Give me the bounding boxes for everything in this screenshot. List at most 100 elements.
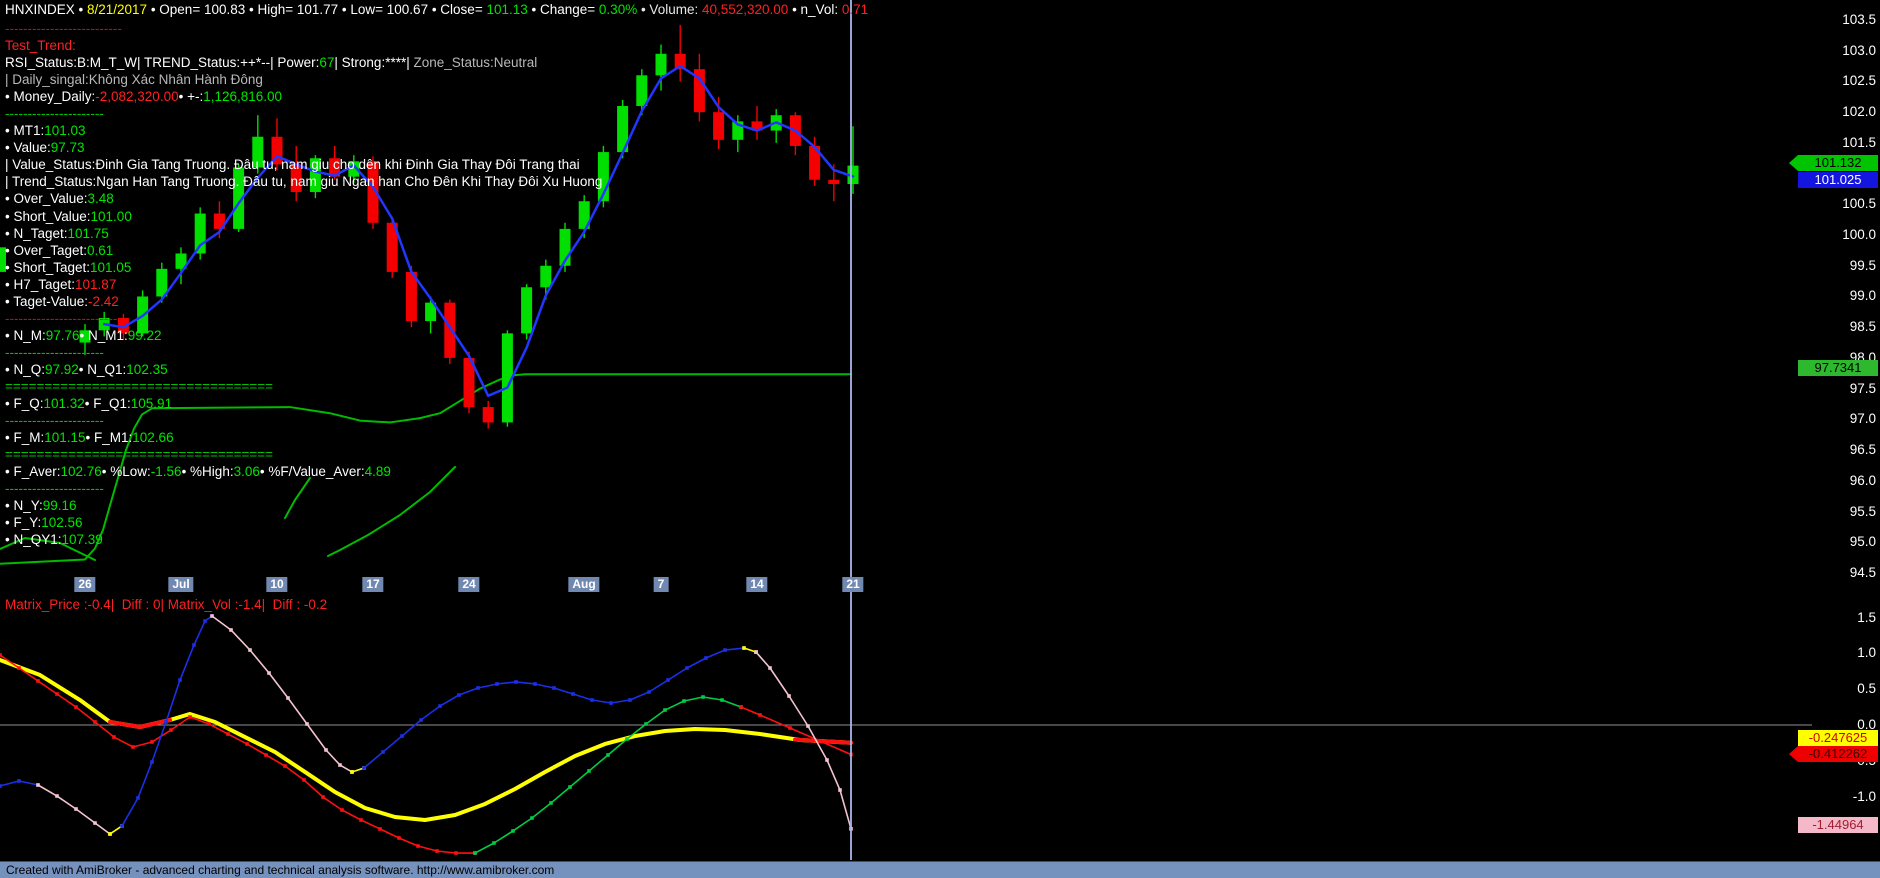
indicator-tick: 1.0 xyxy=(1806,645,1876,660)
price-tick: 102.0 xyxy=(1806,104,1876,119)
info-line: • N_M:97.76• N_M1:99.22 xyxy=(5,327,602,344)
info-segment: • Short_Taget: xyxy=(5,260,90,275)
info-line: -------------------------- xyxy=(5,20,602,37)
info-segment: | Value_Status:Đinh Gia Tang Truong. Đâu… xyxy=(5,157,580,172)
indicator-tick: 0.5 xyxy=(1806,681,1876,696)
info-segment: • F_M1: xyxy=(86,430,133,445)
indicator-text-block: -------------------------- Test_Trend: RSI… xyxy=(5,20,602,548)
info-segment: 105.91 xyxy=(131,396,172,411)
matrix-indicator-label: Matrix_Price :-0.4| Diff : 0| Matrix_Vol… xyxy=(5,597,327,612)
info-segment: • F_Aver: xyxy=(5,464,61,479)
date-label: 7 xyxy=(654,577,669,592)
price-tick: 102.5 xyxy=(1806,73,1876,88)
info-segment: 107.39 xyxy=(62,532,103,547)
info-segment: 97.76 xyxy=(46,328,80,343)
info-line: ---------------------- xyxy=(5,480,602,497)
info-segment: ---------------------- xyxy=(5,413,104,428)
info-line: • Short_Value:101.00 xyxy=(5,208,602,225)
header-segment: 8/21/2017 xyxy=(87,2,147,17)
price-tick: 103.0 xyxy=(1806,43,1876,58)
info-line: • Value:97.73 xyxy=(5,139,602,156)
price-tick: 99.0 xyxy=(1806,288,1876,303)
info-line: • F_Q:101.32• F_Q1:105.91 xyxy=(5,395,602,412)
price-tick: 96.5 xyxy=(1806,442,1876,457)
info-line: -------------------------- xyxy=(5,310,602,327)
info-segment: RSI_Status:B:M_T_W| TREND_Status:++*--| … xyxy=(5,55,319,70)
status-bar: Created with AmiBroker - advanced charti… xyxy=(0,861,1880,878)
info-segment: 101.32 xyxy=(43,396,84,411)
info-segment: • +-: xyxy=(179,89,204,104)
axis-value-chip: -0.247625 xyxy=(1798,730,1878,746)
date-label: 14 xyxy=(746,577,767,592)
header-segment: HNXINDEX xyxy=(5,2,75,17)
date-label: 26 xyxy=(74,577,95,592)
info-segment: 3.48 xyxy=(88,191,114,206)
header-segment: • n_Vol: xyxy=(788,2,842,17)
chip-arrow-icon xyxy=(1789,746,1798,762)
info-line: ---------------------- xyxy=(5,412,602,429)
info-line: • Short_Taget:101.05 xyxy=(5,259,602,276)
info-segment: • N_Taget: xyxy=(5,226,68,241)
info-line: RSI_Status:B:M_T_W| TREND_Status:++*--| … xyxy=(5,54,602,71)
info-segment: Test_Trend: xyxy=(5,38,76,53)
info-segment: ---------------------- xyxy=(5,106,104,121)
price-tick: 95.0 xyxy=(1806,534,1876,549)
info-line: • N_Taget:101.75 xyxy=(5,225,602,242)
price-tick: 97.0 xyxy=(1806,411,1876,426)
date-label: 10 xyxy=(266,577,287,592)
info-line: • Over_Taget:0.61 xyxy=(5,242,602,259)
info-line: Test_Trend: xyxy=(5,37,602,54)
info-segment: 97.73 xyxy=(51,140,85,155)
info-segment: 3.06 xyxy=(234,464,260,479)
date-label: Aug xyxy=(568,577,599,592)
info-segment: 99.16 xyxy=(43,498,77,513)
info-line: • Money_Daily:-2,082,320.00• +-:1,126,81… xyxy=(5,88,602,105)
info-segment: ---------------------- xyxy=(5,481,104,496)
price-tick: 97.5 xyxy=(1806,381,1876,396)
info-segment: 102.35 xyxy=(126,362,167,377)
price-tick: 101.5 xyxy=(1806,135,1876,150)
price-tick: 98.5 xyxy=(1806,319,1876,334)
info-segment: 101.75 xyxy=(68,226,109,241)
indicator-tick: -1.0 xyxy=(1806,789,1876,804)
credit-text: Created with AmiBroker - advanced charti… xyxy=(6,863,554,877)
info-segment: • Money_Daily: xyxy=(5,89,95,104)
info-line: • N_QY1:107.39 xyxy=(5,531,602,548)
info-line: • Taget-Value:-2.42 xyxy=(5,293,602,310)
info-line: ================================== xyxy=(5,446,602,463)
amibroker-window: HNXINDEX • 8/21/2017 • Open= 100.83 • Hi… xyxy=(0,0,1880,878)
header-segment: 0.71 xyxy=(842,2,868,17)
info-segment: • Short_Value: xyxy=(5,209,91,224)
axis-value-chip: -1.44964 xyxy=(1798,817,1878,833)
quote-header: HNXINDEX • 8/21/2017 • Open= 100.83 • Hi… xyxy=(5,2,868,17)
info-segment: | Strong:**** xyxy=(334,55,406,70)
info-segment: • Value: xyxy=(5,140,51,155)
info-line: | Daily_singal:Không Xác Nhân Hành Đông xyxy=(5,71,602,88)
header-segment: • Open= 100.83 • High= 101.77 • Low= 100… xyxy=(147,2,486,17)
info-segment: 1,126,816.00 xyxy=(203,89,282,104)
info-line: • F_Y:102.56 xyxy=(5,514,602,531)
info-segment: | Trend_Status:Ngan Han Tang Truong. Đâu… xyxy=(5,174,602,189)
info-line: | Trend_Status:Ngan Han Tang Truong. Đâu… xyxy=(5,173,602,190)
info-segment: Zone_Status:Neutral xyxy=(413,55,537,70)
info-segment: • Over_Taget: xyxy=(5,243,87,258)
info-segment: • F_Q1: xyxy=(85,396,131,411)
info-line: ---------------------- xyxy=(5,105,602,122)
info-segment: 0.61 xyxy=(87,243,113,258)
info-line: • N_Y:99.16 xyxy=(5,497,602,514)
header-segment: 101.13 xyxy=(486,2,527,17)
info-segment: -------------------------- xyxy=(5,21,122,36)
date-label: 17 xyxy=(362,577,383,592)
info-segment: • Over_Value: xyxy=(5,191,88,206)
info-segment: • N_M1: xyxy=(80,328,128,343)
info-segment: | Daily_singal:Không Xác Nhân Hành Đông xyxy=(5,72,263,87)
header-segment: • xyxy=(75,2,87,17)
info-segment: • N_Y: xyxy=(5,498,43,513)
date-label: 24 xyxy=(458,577,479,592)
header-segment: 0.30% xyxy=(599,2,637,17)
price-tick: 103.5 xyxy=(1806,12,1876,27)
info-segment: • MT1: xyxy=(5,123,44,138)
info-segment: 4.89 xyxy=(365,464,391,479)
info-segment: • %High: xyxy=(182,464,234,479)
info-segment: • %F/Value_Aver: xyxy=(260,464,365,479)
